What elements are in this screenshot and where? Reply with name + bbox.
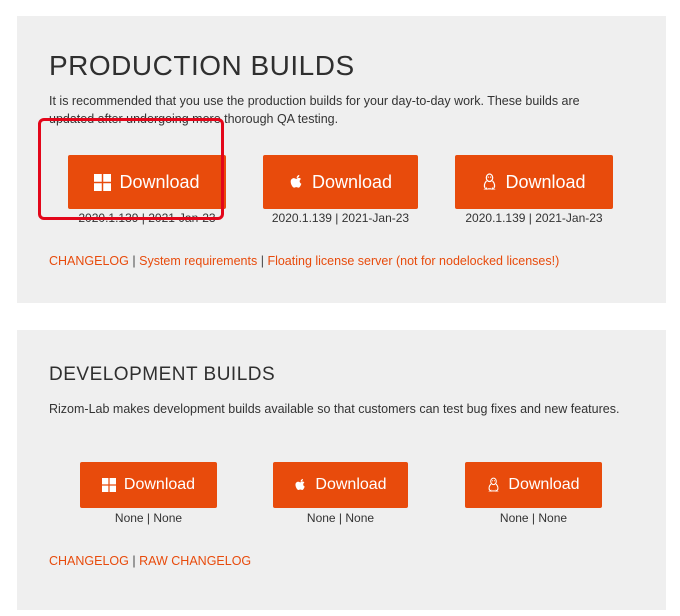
link-separator: | [132, 554, 136, 568]
download-label: Download [119, 171, 200, 192]
development-linux-version: None | None [499, 511, 568, 525]
linux-icon [487, 477, 500, 493]
download-label: Download [505, 171, 586, 192]
production-windows-version: 2020.1.139 | 2021-Jan-23 [78, 211, 216, 225]
download-label: Download [315, 476, 387, 493]
development-builds-description: Rizom-Lab makes development builds avail… [49, 402, 620, 416]
development-mac-version: None | None [306, 511, 375, 525]
production-linux-version: 2020.1.139 | 2021-Jan-23 [465, 211, 603, 225]
changelog-link[interactable]: CHANGELOG [49, 254, 129, 268]
apple-icon [294, 478, 307, 493]
windows-icon [101, 478, 116, 492]
production-builds-title: PRODUCTION BUILDS [49, 50, 355, 81]
development-links-row: CHANGELOG | RAW CHANGELOG [49, 554, 251, 568]
production-builds-description: It is recommended that you use the produ… [49, 94, 580, 126]
system-requirements-link[interactable]: System requirements [139, 254, 257, 268]
production-mac-download-button[interactable]: Download [263, 155, 418, 209]
development-mac-download-button[interactable]: Download [273, 462, 408, 508]
download-label: Download [123, 476, 196, 493]
production-mac-version: 2020.1.139 | 2021-Jan-23 [271, 211, 410, 225]
production-windows-download-button[interactable]: Download [68, 155, 226, 209]
raw-changelog-link[interactable]: RAW CHANGELOG [139, 554, 251, 568]
changelog-link[interactable]: CHANGELOG [49, 554, 129, 568]
floating-license-link[interactable]: Floating license server (not for nodeloc… [267, 254, 559, 268]
link-separator: | [132, 254, 136, 268]
development-windows-download-button[interactable]: Download [80, 462, 217, 508]
link-separator: | [260, 254, 264, 268]
development-linux-download-button[interactable]: Download [465, 462, 602, 508]
development-windows-version: None | None [114, 511, 183, 525]
download-label: Download [508, 476, 580, 493]
production-linux-download-button[interactable]: Download [455, 155, 613, 209]
apple-icon [289, 174, 304, 191]
development-builds-title: DEVELOPMENT BUILDS [49, 364, 276, 385]
linux-icon [482, 173, 497, 191]
download-label: Download [311, 171, 393, 192]
windows-icon [94, 173, 112, 191]
production-links-row: CHANGELOG | System requirements | Floati… [49, 254, 559, 268]
production-builds-section: PRODUCTION BUILDS It is recommended that… [17, 16, 666, 303]
development-builds-section: DEVELOPMENT BUILDS Rizom-Lab makes devel… [17, 330, 666, 610]
